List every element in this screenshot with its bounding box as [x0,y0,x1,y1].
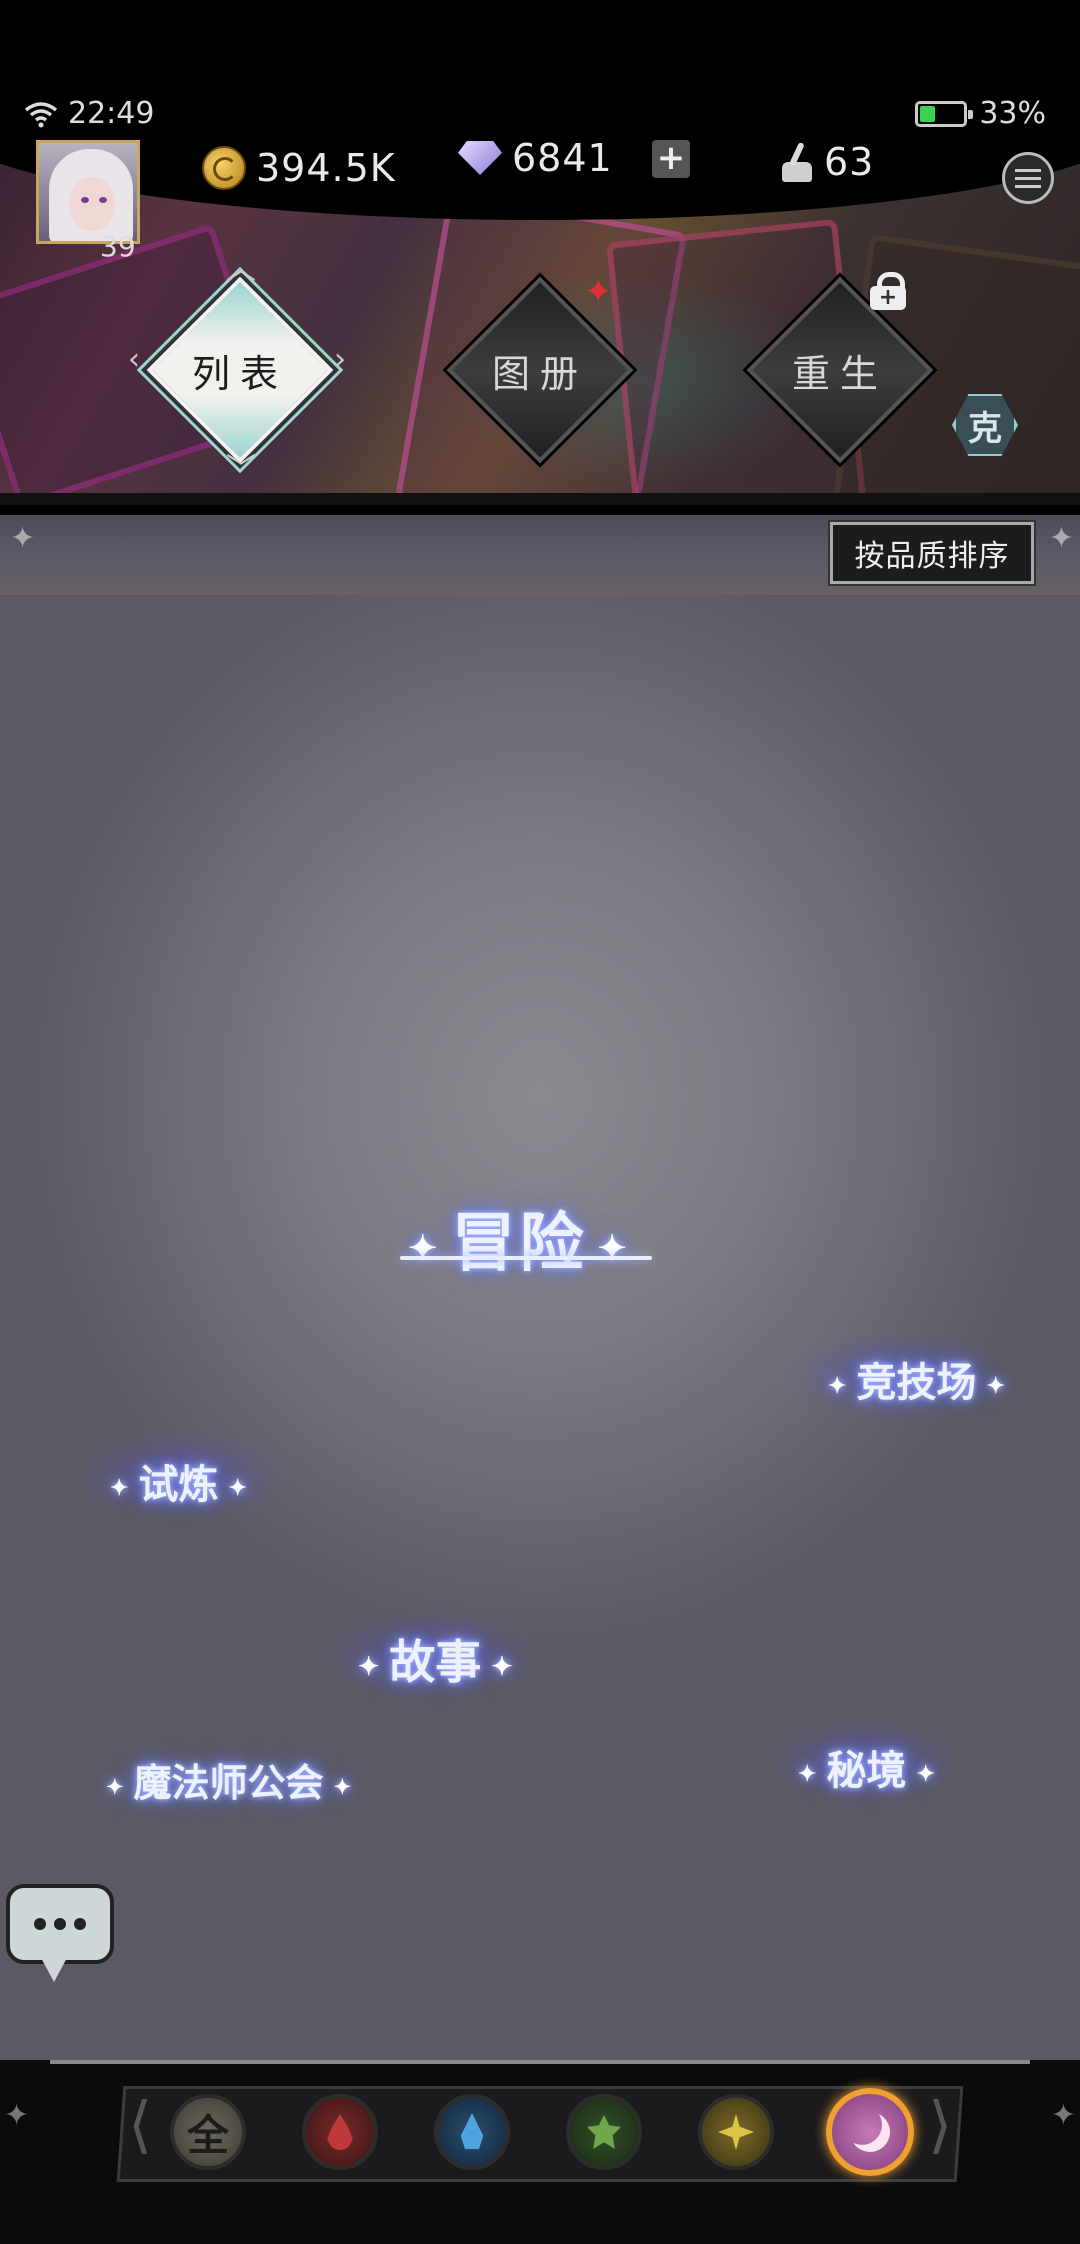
sparkle-icon: ✦ [916,1761,935,1787]
status-bar: 22:49 33% [0,0,1080,140]
sparkle-icon: ✦ [358,1651,380,1681]
gold-coin-icon [202,146,246,190]
adventure-ornament [400,1256,652,1260]
tab-rebirth-label: 重生 [791,351,888,396]
ink-bottle-icon [780,142,814,182]
location-secret-label: 秘境 [826,1747,907,1794]
ink-amount: 63 [824,140,875,184]
water-drop-icon [460,2113,484,2150]
player-avatar[interactable] [36,140,140,244]
location-guild-label: 魔法师公会 [133,1760,324,1805]
sun-icon [718,2114,754,2150]
location-mage-guild[interactable]: ✦ 魔法师公会 ✦ [96,1752,361,1807]
chevron-right-icon: › [334,342,346,377]
sparkle-icon: ✦ [798,1761,817,1787]
location-story-label: 故事 [389,1635,482,1689]
gem-counter: 6841 [458,136,613,180]
sparkle-icon: ✦ [106,1774,124,1799]
corner-ornament-icon: ✦ [1050,2098,1076,2133]
chat-icon [6,1884,114,1964]
avatar-face [69,177,115,231]
location-story[interactable]: ✦ 故事 ✦ [348,1626,522,1692]
battery-icon [915,100,974,127]
corner-ornament-icon: ✦ [1048,521,1074,556]
menu-button[interactable] [1002,152,1054,204]
location-adventure-label: 冒险 [451,1206,588,1281]
sparkle-icon: ✦ [597,1228,631,1269]
gem-icon [458,141,502,175]
banner-bottom-edge [0,493,1080,505]
filter-all-button[interactable]: 全 [170,2094,246,2170]
tab-list[interactable]: 列表 [146,276,334,464]
player-level: 39 [100,230,136,263]
corner-ornament-icon: ✦ [4,2098,30,2133]
chevron-left-icon: ‹ [128,342,140,377]
chat-dot [54,1918,66,1930]
notification-star-icon: ✦ [584,272,613,312]
bracket-left-icon: ⟨ [128,2088,153,2161]
menu-icon-line [1015,176,1041,180]
sparkle-icon: ✦ [491,1651,513,1681]
chat-bubble-tail [40,1956,68,1982]
tab-list-label: 列表 [191,351,288,396]
bracket-right-icon: ⟩ [928,2088,953,2161]
gold-amount: 394.5K [256,146,396,190]
filter-earth-button[interactable] [566,2094,642,2170]
chat-dot [74,1918,86,1930]
tab-album-label: 图册 [491,351,588,396]
avatar-eye [99,197,107,203]
ke-badge-button[interactable]: 克 [948,388,1022,462]
chevron-up-icon: ︿ [226,252,256,287]
location-secret-realm[interactable]: ✦ 秘境 ✦ [788,1738,945,1796]
clock-text: 22:49 [68,96,155,131]
bottom-divider [50,2060,1030,2064]
filter-water-button[interactable] [434,2094,510,2170]
location-adventure[interactable]: ✦ 冒险 ✦ [398,1192,641,1284]
lock-icon [870,272,906,310]
filter-fire-button[interactable] [302,2094,378,2170]
location-arena[interactable]: ✦ 竞技场 ✦ [818,1350,1015,1408]
gem-amount: 6841 [512,136,613,180]
leaf-icon [587,2115,621,2149]
plus-icon: + [656,138,686,178]
battery-fill [920,105,936,122]
gold-counter: 394.5K [202,146,396,190]
sparkle-icon: ✦ [228,1475,247,1501]
menu-icon-line [1015,184,1041,188]
location-trial[interactable]: ✦ 试炼 ✦ [100,1452,257,1510]
menu-icon-line [1015,168,1041,172]
sparkle-icon: ✦ [333,1774,352,1799]
chevron-down-icon: ﹀ [226,452,256,487]
location-arena-label: 竞技场 [856,1359,977,1406]
filter-dark-button[interactable] [826,2088,914,2176]
status-time-group: 22:49 [24,96,154,131]
add-gems-button[interactable]: + [652,140,690,178]
sort-by-quality-button[interactable]: 按品质排序 [828,520,1036,586]
wifi-icon [24,101,58,127]
ink-counter: 63 [780,140,874,184]
fire-icon [327,2114,353,2150]
avatar-eye [81,197,89,203]
status-battery-group: 33% [915,96,1046,131]
sparkle-icon: ✦ [828,1373,847,1399]
filter-light-button[interactable] [698,2094,774,2170]
filter-all-label: 全 [186,2110,229,2160]
location-trial-label: 试炼 [138,1461,219,1508]
battery-text: 33% [979,96,1046,131]
sparkle-icon: ✦ [110,1475,129,1501]
chat-button[interactable] [6,1884,118,1984]
chat-dot [34,1918,46,1930]
ke-badge-label: 克 [968,408,1002,449]
corner-ornament-icon: ✦ [10,521,36,556]
moon-icon [844,2106,895,2157]
sparkle-icon: ✦ [408,1228,442,1269]
location-map [0,595,1080,2060]
sparkle-icon: ✦ [986,1373,1005,1399]
